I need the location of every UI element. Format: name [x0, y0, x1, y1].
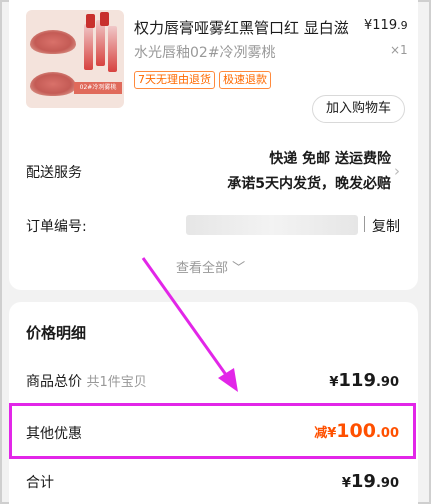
delivery-line-2[interactable]: 承诺5天内发货，晚发必赔 — [227, 173, 391, 193]
goods-total-amount: ¥119.90 — [329, 370, 399, 391]
tag-fast-refund: 极速退款 — [219, 71, 271, 89]
lip-swatch-bottom — [30, 72, 76, 96]
lip-swatch-top — [30, 30, 76, 54]
order-number-value-redacted — [186, 215, 358, 235]
lipstick-tube-1 — [84, 24, 93, 70]
chevron-right-icon[interactable]: › — [394, 162, 400, 180]
divider — [364, 216, 365, 232]
lipstick-tube-3 — [108, 26, 117, 72]
product-price: ¥119.9 — [364, 18, 408, 33]
delivery-label: 配送服务 — [26, 165, 82, 181]
goods-total-note: 共1件宝贝 — [86, 375, 147, 390]
product-quantity: ×1 — [390, 43, 408, 57]
highlight-box — [9, 403, 416, 459]
price-detail-heading: 价格明细 — [26, 324, 87, 342]
product-thumbnail[interactable]: 02#冷冽雾桃 — [26, 10, 124, 108]
delivery-line-1[interactable]: 快递 免邮 送运费险 — [269, 148, 391, 168]
thumb-caption: 02#冷冽雾桃 — [74, 82, 122, 94]
lipstick-cap-2 — [100, 12, 109, 26]
goods-total-label: 商品总价 共1件宝贝 — [26, 374, 147, 390]
order-number-label: 订单编号: — [26, 219, 87, 235]
total-label: 合计 — [26, 475, 54, 491]
product-spec: 水光唇釉02#冷冽雾桃 — [134, 45, 276, 61]
product-title[interactable]: 权力唇膏哑雾红黑管口红 显白滋 — [134, 17, 349, 38]
total-amount: ¥19.90 — [341, 471, 399, 492]
lipstick-tube-2 — [96, 20, 105, 66]
tag-7day-return: 7天无理由退货 — [134, 71, 215, 89]
add-to-cart-button[interactable]: 加入购物车 — [312, 95, 405, 123]
copy-order-number-button[interactable]: 复制 — [372, 216, 400, 236]
view-all-button[interactable]: 查看全部 ﹀ — [176, 257, 245, 276]
lipstick-cap-1 — [86, 14, 95, 28]
